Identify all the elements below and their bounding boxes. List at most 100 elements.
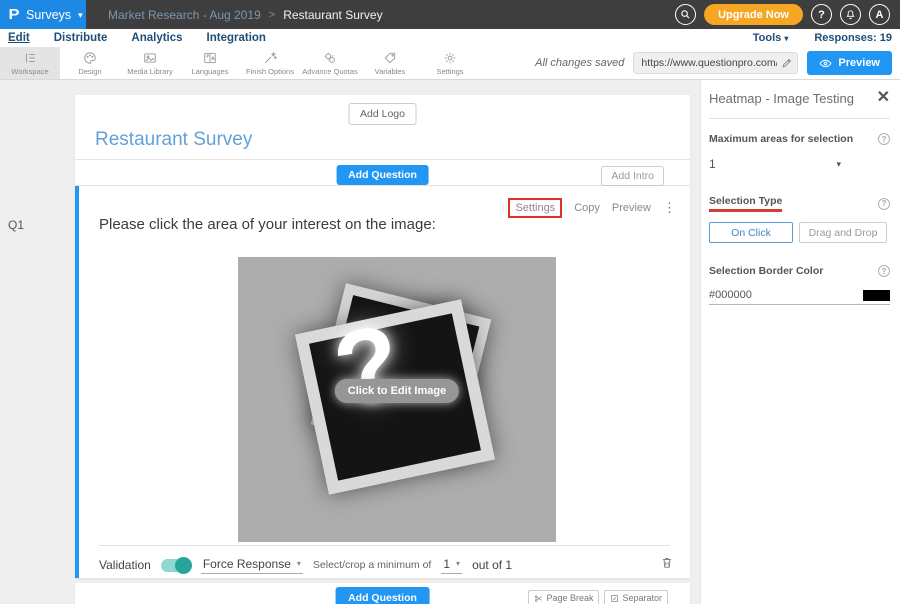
close-icon[interactable]: ✕ — [877, 90, 890, 106]
max-areas-label: Maximum areas for selection — [709, 133, 853, 145]
top-bar: P Surveys ▾ Market Research - Aug 2019 >… — [0, 0, 900, 29]
toggle-knob — [175, 557, 192, 574]
questionpro-logo-icon: P — [8, 6, 19, 23]
tag-icon — [383, 51, 397, 65]
add-logo-button[interactable]: Add Logo — [348, 103, 417, 125]
toolbar-item-advance-quotas[interactable]: Advance Quotas — [300, 47, 360, 79]
trash-icon — [660, 555, 674, 570]
out-of-label: out of 1 — [472, 558, 512, 572]
editor-content: Q1 Add Logo Restaurant Survey Add Questi… — [0, 80, 900, 604]
question-card: Settings Copy Preview ⋮ Please click the… — [75, 186, 690, 578]
nav-tab-integration[interactable]: Integration — [207, 32, 266, 44]
add-intro-button[interactable]: Add Intro — [601, 166, 664, 186]
chevron-down-icon: ▾ — [456, 559, 460, 568]
nav-tab-analytics[interactable]: Analytics — [131, 32, 182, 44]
toolbar-item-finish-options[interactable]: Finish Options — [240, 47, 300, 79]
search-icon — [680, 9, 691, 20]
eye-icon — [819, 57, 832, 70]
kebab-menu-icon[interactable]: ⋮ — [663, 200, 676, 216]
tools-menu[interactable]: Tools ▾ — [753, 32, 789, 44]
selection-type-label: Selection Type — [709, 195, 782, 212]
separator-button[interactable]: Separator — [604, 590, 668, 604]
nav-tab-edit[interactable]: Edit — [8, 32, 30, 44]
question-settings-button[interactable]: Settings — [508, 198, 562, 218]
selection-type-drag-drop[interactable]: Drag and Drop — [799, 222, 887, 243]
gear-icon — [443, 51, 457, 65]
upgrade-now-button[interactable]: Upgrade Now — [704, 4, 803, 25]
save-status: All changes saved — [535, 57, 624, 69]
minimum-value-select[interactable]: 1 ▾ — [441, 557, 462, 574]
breadcrumb-separator-icon: > — [269, 9, 275, 21]
validation-label: Validation — [99, 558, 151, 572]
breadcrumb-current: Restaurant Survey — [283, 8, 382, 22]
add-question-button-top[interactable]: Add Question — [336, 165, 429, 185]
max-areas-select[interactable]: 1 ▾ — [709, 157, 841, 171]
chevron-down-icon: ▾ — [836, 159, 841, 170]
chevron-down-icon: ▾ — [784, 34, 788, 43]
validation-toggle[interactable] — [161, 559, 191, 572]
survey-header-card: Add Logo Restaurant Survey Add Question … — [75, 95, 690, 185]
question-preview-button[interactable]: Preview — [612, 202, 651, 214]
heatmap-image-placeholder[interactable]: ? Click to Edit Image — [238, 257, 556, 542]
toolbar-item-languages[interactable]: Languages — [180, 47, 240, 79]
breadcrumb-parent[interactable]: Market Research - Aug 2019 — [108, 8, 261, 22]
breadcrumb: Market Research - Aug 2019 > Restaurant … — [108, 0, 383, 29]
quota-links-icon — [323, 51, 337, 65]
delete-question-button[interactable] — [660, 555, 674, 575]
search-button[interactable] — [675, 4, 696, 25]
add-question-button-bottom[interactable]: Add Question — [335, 587, 430, 604]
question-copy-button[interactable]: Copy — [574, 202, 600, 214]
validation-row: Validation Force Response ▾ Select/crop … — [99, 552, 674, 578]
scissors-icon — [534, 594, 543, 603]
toolbar-item-workspace[interactable]: Workspace — [0, 47, 60, 79]
toolbar-item-settings[interactable]: Settings — [420, 47, 480, 79]
pencil-icon[interactable] — [781, 57, 793, 69]
help-icon[interactable]: ? — [878, 133, 890, 145]
magic-wand-icon — [263, 51, 277, 65]
main-nav: Edit Distribute Analytics Integration To… — [0, 29, 900, 47]
page-break-button[interactable]: Page Break — [528, 590, 599, 604]
toolbar-item-variables[interactable]: Variables — [360, 47, 420, 79]
selection-type-on-click[interactable]: On Click — [709, 222, 793, 243]
divider — [99, 545, 670, 546]
toolbar-item-design[interactable]: Design — [60, 47, 120, 79]
toolbar-item-media-library[interactable]: Media Library — [120, 47, 180, 79]
translate-icon — [203, 51, 217, 65]
notifications-button[interactable] — [840, 4, 861, 25]
product-name: Surveys — [26, 8, 71, 22]
help-button[interactable]: ? — [811, 4, 832, 25]
border-color-label: Selection Border Color — [709, 265, 823, 277]
question-text[interactable]: Please click the area of your interest o… — [99, 216, 436, 233]
divider — [709, 118, 890, 119]
help-icon[interactable]: ? — [878, 198, 890, 210]
color-swatch[interactable] — [863, 290, 890, 301]
border-color-field — [709, 289, 890, 305]
border-color-input[interactable] — [709, 289, 819, 301]
help-icon[interactable]: ? — [878, 265, 890, 277]
click-to-edit-image-button[interactable]: Click to Edit Image — [335, 379, 459, 403]
checkbox-icon — [610, 594, 619, 603]
validation-type-select[interactable]: Force Response ▾ — [201, 557, 303, 574]
question-number: Q1 — [8, 218, 24, 232]
topbar-actions: Upgrade Now ? A — [675, 0, 900, 29]
question-actions: Settings Copy Preview ⋮ — [508, 198, 676, 218]
footer-strip: Add Question Page Break Separator — [75, 583, 690, 604]
minimum-label: Select/crop a minimum of — [313, 559, 431, 571]
preview-button[interactable]: Preview — [807, 51, 892, 75]
survey-url-field[interactable] — [633, 52, 798, 74]
workspace-icon — [23, 51, 37, 65]
palette-icon — [83, 51, 97, 65]
product-switcher[interactable]: P Surveys ▾ — [0, 0, 86, 29]
image-icon — [143, 51, 157, 65]
account-avatar[interactable]: A — [869, 4, 890, 25]
survey-title[interactable]: Restaurant Survey — [95, 129, 252, 151]
responses-count[interactable]: Responses: 19 — [814, 32, 892, 44]
divider — [75, 159, 690, 160]
chevron-down-icon: ▾ — [78, 10, 83, 21]
survey-url-input[interactable] — [641, 57, 777, 69]
chevron-down-icon: ▾ — [297, 559, 301, 568]
bell-icon — [845, 9, 856, 20]
nav-tab-distribute[interactable]: Distribute — [54, 32, 108, 44]
question-settings-panel: Heatmap - Image Testing ✕ Maximum areas … — [700, 80, 900, 604]
panel-title: Heatmap - Image Testing — [709, 91, 854, 106]
